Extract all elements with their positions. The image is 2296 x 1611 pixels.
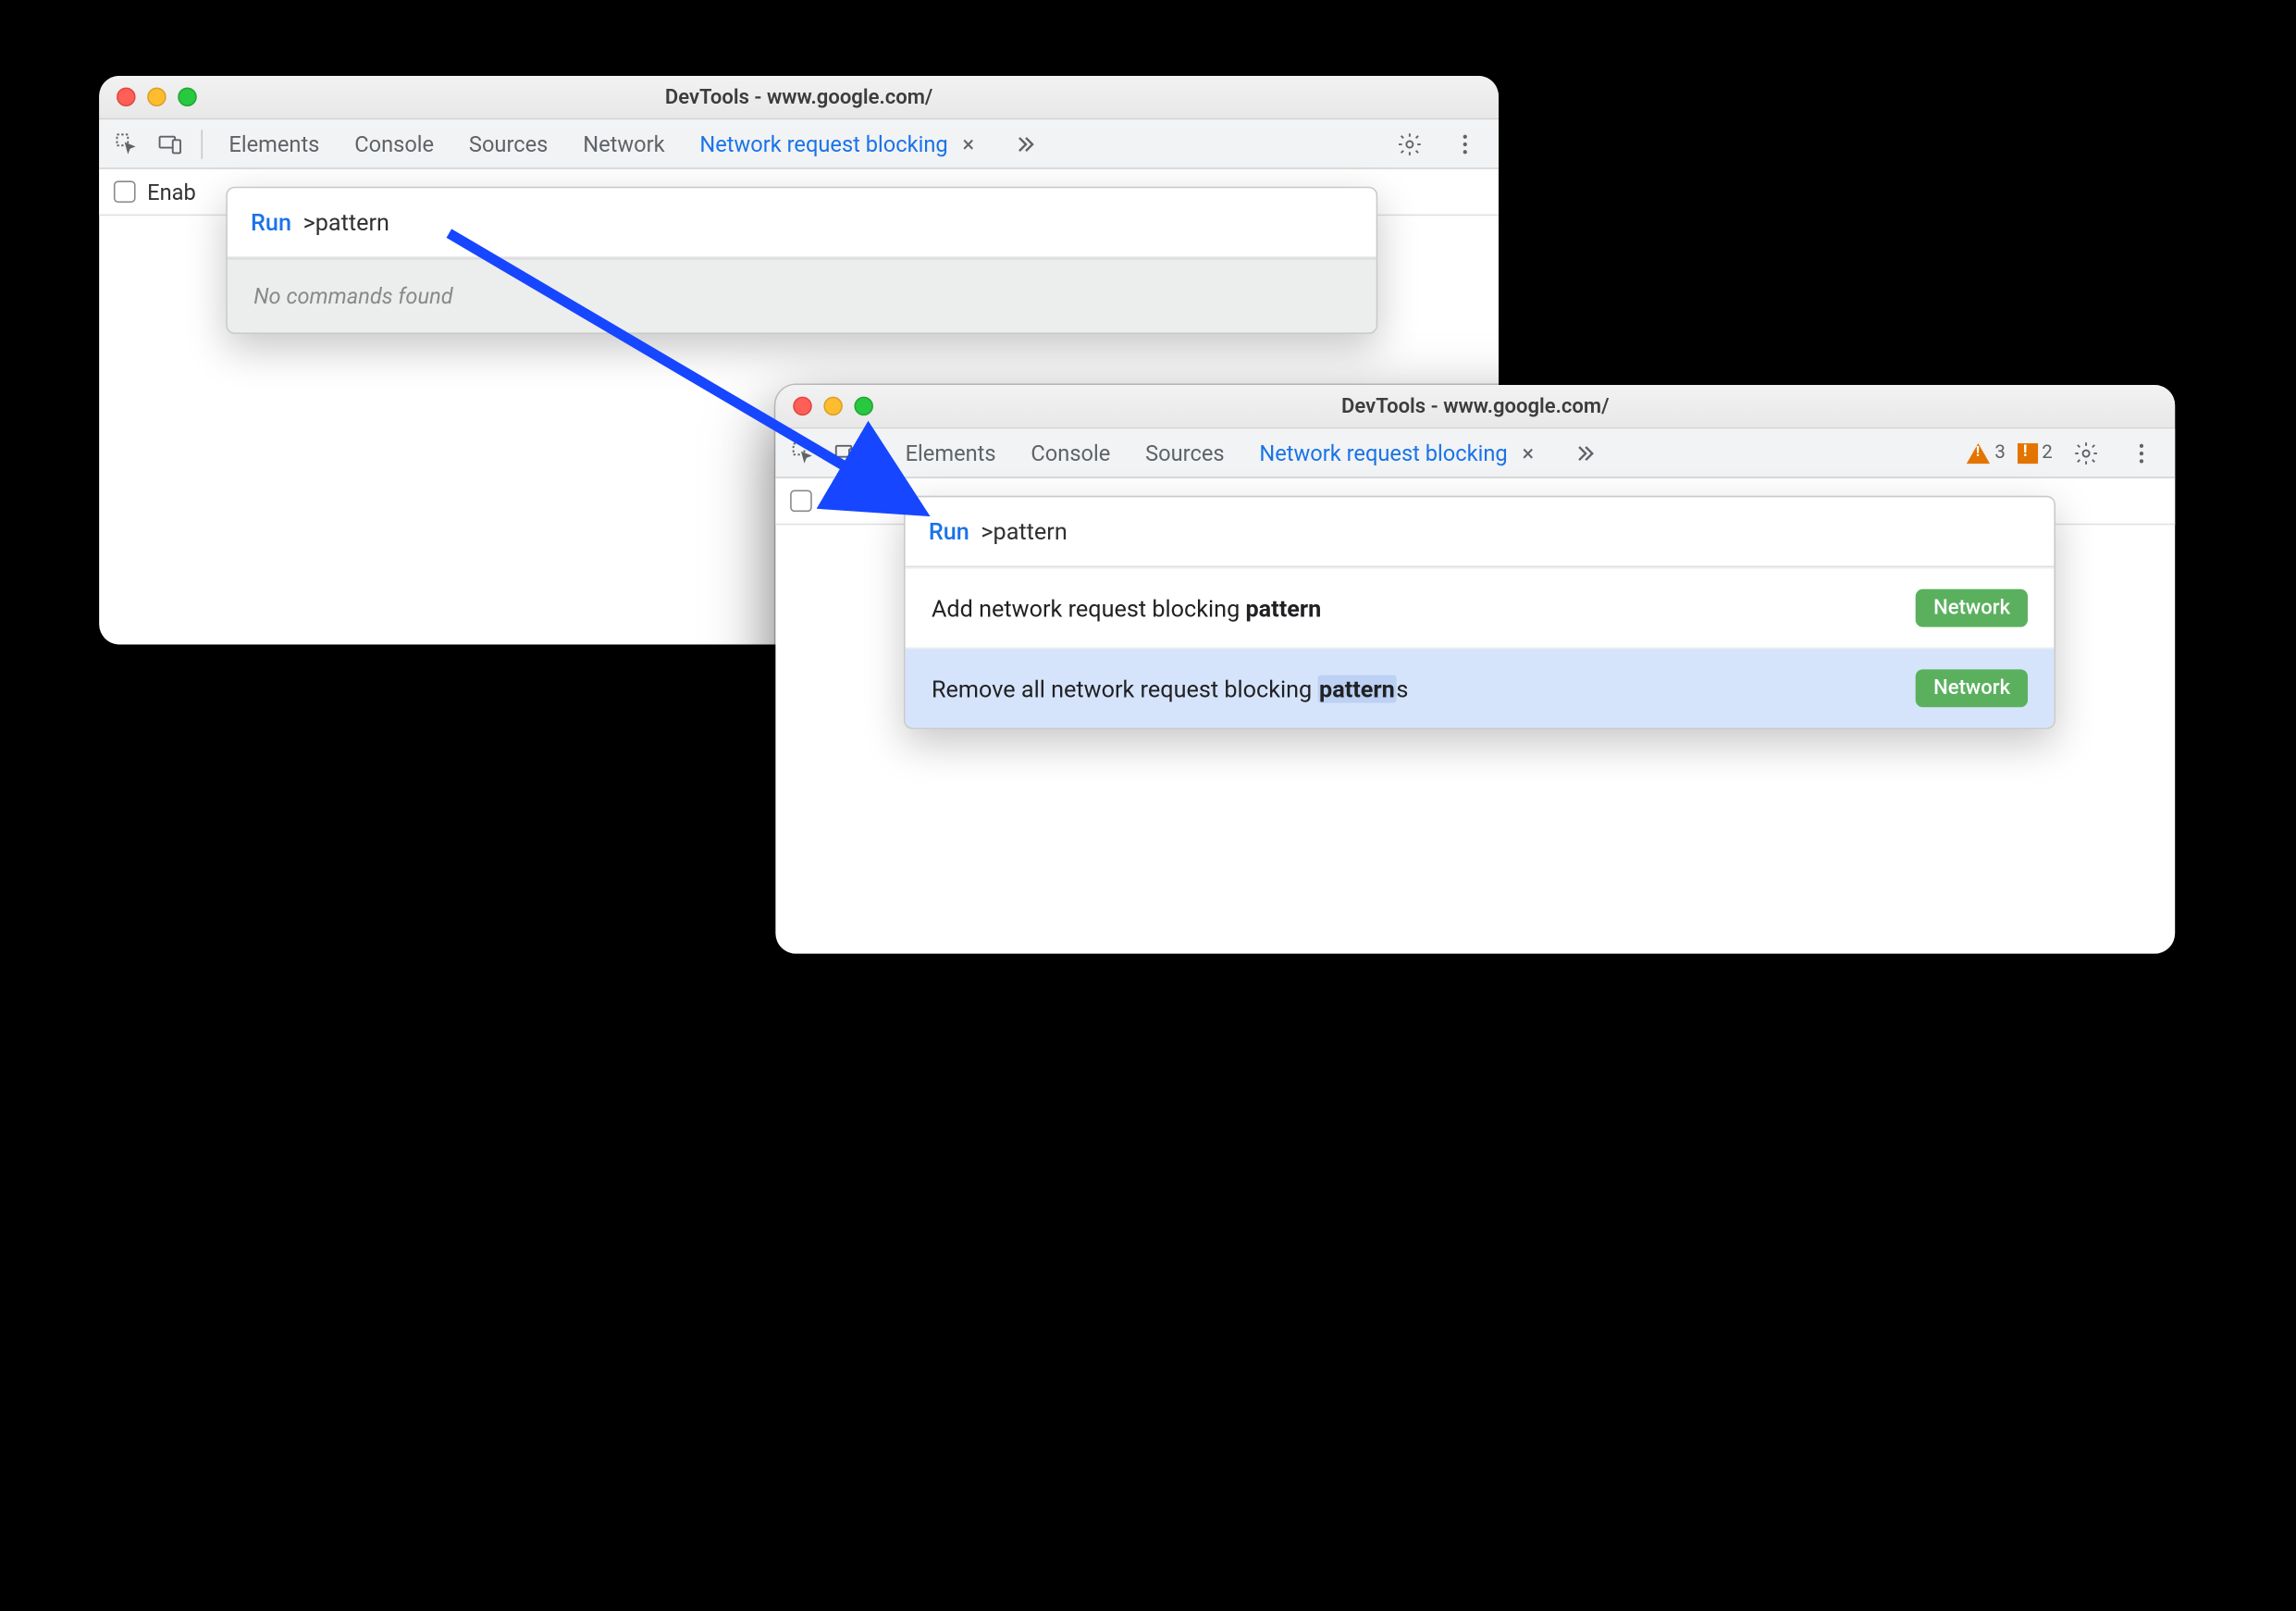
enable-checkbox[interactable] [114, 180, 136, 203]
device-toggle-icon[interactable] [825, 432, 869, 473]
enable-checkbox[interactable] [790, 489, 812, 512]
device-toggle-icon[interactable] [149, 123, 192, 164]
command-input[interactable]: Run >pattern [228, 188, 1376, 258]
devtools-tabbar: Elements Console Sources Network Network… [99, 119, 1499, 169]
titlebar: DevTools - www.google.com/ [99, 76, 1499, 119]
separator [878, 439, 880, 468]
devtools-tabbar: Elements Console Sources Network request… [775, 428, 2175, 478]
close-icon[interactable] [793, 397, 811, 415]
more-tabs-icon[interactable] [1009, 123, 1042, 164]
issue-icon [2018, 442, 2038, 463]
command-item-label: Remove all network request blocking patt… [932, 675, 1408, 702]
command-query-text: >pattern [303, 208, 389, 236]
command-input[interactable]: Run >pattern [906, 497, 2055, 567]
close-icon[interactable] [117, 88, 135, 106]
enable-label: Enab [823, 488, 872, 514]
command-query-text: >pattern [981, 517, 1067, 545]
command-item-badge: Network [1916, 669, 2028, 707]
command-item-badge: Network [1916, 589, 2028, 627]
window-controls [117, 88, 197, 106]
close-tab-icon[interactable]: × [962, 130, 974, 156]
inspect-icon[interactable] [782, 432, 825, 473]
titlebar: DevTools - www.google.com/ [775, 385, 2175, 428]
more-tabs-icon[interactable] [1569, 432, 1601, 473]
window-controls [793, 397, 873, 415]
settings-gear-icon[interactable] [1388, 123, 1431, 164]
warnings-count: 3 [1994, 441, 2006, 464]
inspect-icon[interactable] [105, 123, 148, 164]
separator [201, 129, 203, 158]
command-empty-message: No commands found [228, 258, 1376, 332]
command-run-prefix: Run [251, 208, 291, 236]
command-menu-after: Run >pattern Add network request blockin… [904, 496, 2055, 729]
issues-badge[interactable]: 2 [2018, 441, 2053, 464]
tab-network-request-blocking[interactable]: Network request blocking [699, 130, 947, 156]
kebab-menu-icon[interactable] [2119, 432, 2163, 473]
tab-network[interactable]: Network [583, 130, 664, 156]
warning-icon [1967, 442, 1990, 463]
command-results: Add network request blocking pattern Net… [906, 567, 2055, 727]
tab-sources[interactable]: Sources [469, 130, 548, 156]
maximize-icon[interactable] [178, 88, 196, 106]
window-title: DevTools - www.google.com/ [790, 394, 2160, 417]
tab-network-request-blocking[interactable]: Network request blocking [1259, 440, 1507, 465]
minimize-icon[interactable] [823, 397, 842, 415]
tab-console[interactable]: Console [1031, 440, 1110, 465]
close-tab-icon[interactable]: × [1522, 440, 1534, 465]
command-menu-before: Run >pattern No commands found [226, 187, 1377, 334]
tab-elements[interactable]: Elements [228, 130, 319, 156]
kebab-menu-icon[interactable] [1443, 123, 1487, 164]
command-run-prefix: Run [929, 517, 969, 545]
command-item-add-pattern[interactable]: Add network request blocking pattern Net… [906, 567, 2055, 648]
issues-count: 2 [2042, 441, 2053, 464]
window-title: DevTools - www.google.com/ [114, 85, 1484, 108]
warnings-badge[interactable]: 3 [1967, 441, 2005, 464]
command-item-remove-patterns[interactable]: Remove all network request blocking patt… [906, 648, 2055, 728]
tab-elements[interactable]: Elements [906, 440, 996, 465]
settings-gear-icon[interactable] [2064, 432, 2107, 473]
enable-label: Enab [147, 179, 196, 204]
tab-console[interactable]: Console [354, 130, 434, 156]
tab-sources[interactable]: Sources [1145, 440, 1224, 465]
command-item-label: Add network request blocking pattern [932, 594, 1321, 622]
maximize-icon[interactable] [854, 397, 872, 415]
minimize-icon[interactable] [147, 88, 166, 106]
